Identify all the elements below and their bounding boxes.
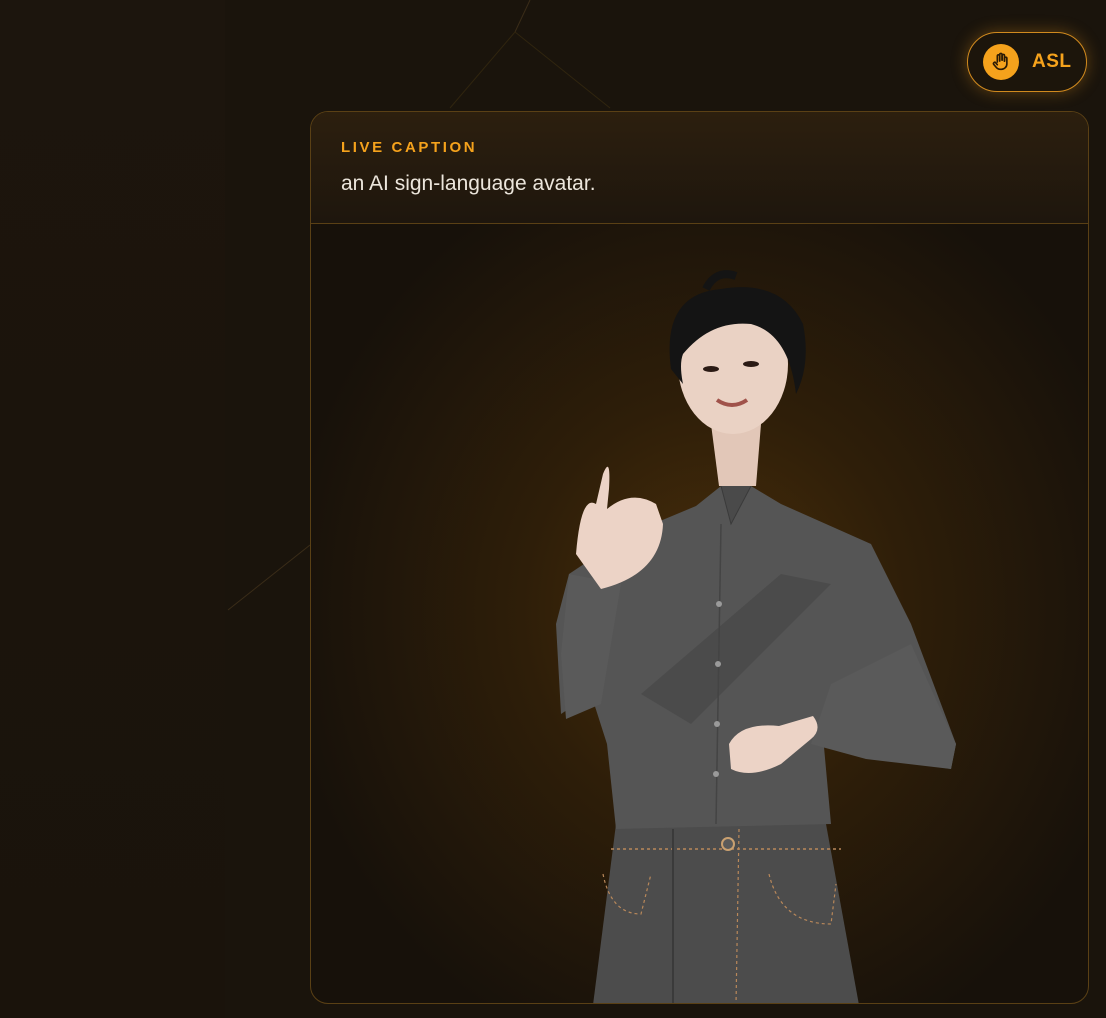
asl-toggle-button[interactable]: ASL — [967, 32, 1087, 92]
left-panel — [0, 0, 225, 1018]
hand-icon — [983, 44, 1019, 80]
caption-heading: LIVE CAPTION — [341, 139, 478, 156]
asl-label: ASL — [1032, 51, 1072, 72]
signing-avatar — [556, 270, 956, 1003]
avatar-pants — [593, 824, 859, 1003]
caption-card: LIVE CAPTION an AI sign-language avatar. — [310, 111, 1089, 1004]
caption-text: an AI sign-language avatar. — [341, 172, 596, 195]
caption-header: LIVE CAPTION an AI sign-language avatar. — [311, 112, 1088, 224]
